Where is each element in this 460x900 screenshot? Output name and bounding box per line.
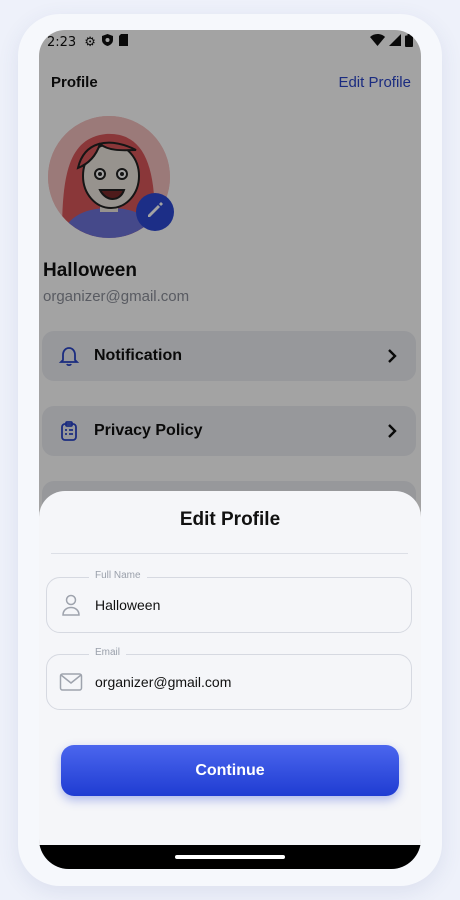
email-input[interactable]: organizer@gmail.com [95,674,231,690]
phone-screen: 2:23 ⚙ Profile Edit Profile Halloween or… [39,30,421,869]
full-name-label: Full Name [89,570,147,581]
edit-profile-sheet: Edit Profile Full Name Halloween Email o… [39,491,421,845]
sheet-title: Edit Profile [179,509,281,530]
nav-bar [39,845,421,869]
full-name-field[interactable]: Full Name Halloween [46,570,412,633]
home-indicator[interactable] [175,855,285,859]
divider [51,553,408,554]
mail-icon [59,670,83,694]
email-field[interactable]: Email organizer@gmail.com [46,647,412,710]
full-name-input[interactable]: Halloween [95,597,160,613]
user-icon [59,593,83,617]
continue-button[interactable]: Continue [61,745,399,796]
email-label: Email [89,647,127,658]
